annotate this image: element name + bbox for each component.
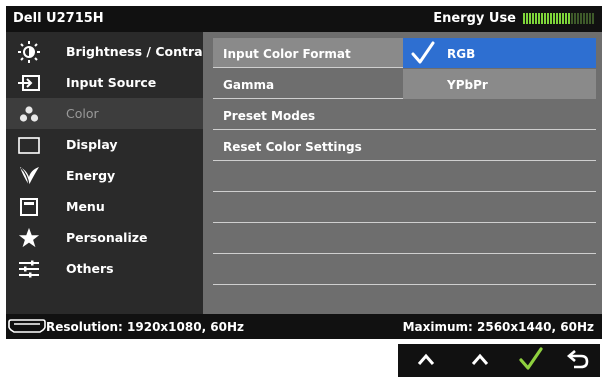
energy-meter-tick bbox=[559, 13, 561, 24]
submenu-item-input-color-format[interactable]: Input Color Format bbox=[213, 38, 403, 68]
sidebar-item-label: Brightness / Contrast bbox=[66, 44, 216, 59]
confirm-button[interactable] bbox=[509, 344, 553, 377]
energy-meter-tick bbox=[577, 13, 579, 24]
maximum-resolution-text: Maximum: 2560x1440, 60Hz bbox=[402, 320, 594, 334]
submenu-item-gamma[interactable]: Gamma bbox=[213, 69, 403, 99]
submenu-item-reset-color-settings[interactable]: Reset Color Settings bbox=[213, 131, 596, 161]
sidebar-item-display[interactable]: Display bbox=[6, 129, 203, 160]
submenu-empty-row bbox=[213, 255, 596, 285]
back-icon bbox=[566, 348, 590, 374]
color-submenu-list: Input Color Format Gamma Preset Modes Re… bbox=[213, 38, 596, 308]
energy-meter-tick bbox=[550, 13, 552, 24]
monitor-model: Dell U2715H bbox=[13, 11, 104, 26]
sidebar-item-label: Others bbox=[66, 261, 114, 276]
title-bar: Dell U2715H Energy Use bbox=[6, 6, 602, 32]
sidebar-item-others[interactable]: Others bbox=[6, 253, 203, 284]
sidebar-item-label: Menu bbox=[66, 199, 105, 214]
energy-meter-tick bbox=[574, 13, 576, 24]
sidebar-item-color[interactable]: Color bbox=[6, 98, 203, 129]
sidebar-item-menu[interactable]: Menu bbox=[6, 191, 203, 222]
energy-meter-tick bbox=[523, 13, 525, 24]
resolution-text: Resolution: 1920x1080, 60Hz bbox=[46, 320, 245, 334]
menu-icon bbox=[16, 195, 42, 219]
submenu-item-preset-modes[interactable]: Preset Modes bbox=[213, 100, 596, 130]
star-icon bbox=[16, 226, 42, 250]
back-button[interactable] bbox=[556, 344, 600, 377]
submenu-item-label: Reset Color Settings bbox=[223, 140, 362, 154]
brightness-icon bbox=[16, 40, 42, 64]
check-icon bbox=[518, 346, 544, 376]
color-submenu: Input Color Format Gamma Preset Modes Re… bbox=[203, 32, 602, 314]
submenu-item-label: Input Color Format bbox=[223, 47, 351, 61]
submenu-empty-row bbox=[213, 193, 596, 223]
energy-meter-tick bbox=[541, 13, 543, 24]
energy-meter-tick bbox=[553, 13, 555, 24]
chevron-up-icon bbox=[470, 351, 490, 370]
submenu-item-label: Gamma bbox=[223, 78, 275, 92]
energy-meter-tick bbox=[580, 13, 582, 24]
energy-meter-tick bbox=[565, 13, 567, 24]
energy-use: Energy Use bbox=[433, 11, 594, 26]
check-icon bbox=[410, 40, 436, 69]
option-label: YPbPr bbox=[447, 78, 488, 92]
submenu-item-label: Preset Modes bbox=[223, 109, 316, 123]
energy-meter-tick bbox=[535, 13, 537, 24]
sidebar-item-brightness-contrast[interactable]: Brightness / Contrast bbox=[6, 36, 216, 67]
energy-meter bbox=[523, 13, 594, 25]
option-label: RGB bbox=[447, 47, 476, 61]
up-button[interactable] bbox=[404, 344, 448, 377]
sidebar-item-label: Energy bbox=[66, 168, 116, 183]
color-icon bbox=[16, 102, 42, 126]
sidebar-item-personalize[interactable]: Personalize bbox=[6, 222, 203, 253]
display-icon bbox=[16, 133, 42, 157]
energy-meter-tick bbox=[568, 13, 570, 24]
sidebar-item-label: Display bbox=[66, 137, 118, 152]
energy-leaf-icon bbox=[16, 164, 42, 188]
sidebar-item-label: Personalize bbox=[66, 230, 148, 245]
sidebar-item-energy[interactable]: Energy bbox=[6, 160, 203, 191]
energy-meter-tick bbox=[583, 13, 585, 24]
input-source-icon bbox=[16, 71, 42, 95]
energy-meter-tick bbox=[526, 13, 528, 24]
energy-meter-tick bbox=[571, 13, 573, 24]
sidebar-item-label: Color bbox=[66, 106, 99, 121]
status-bar: Resolution: 1920x1080, 60Hz Maximum: 256… bbox=[6, 314, 602, 339]
energy-meter-tick bbox=[562, 13, 564, 24]
submenu-empty-row bbox=[213, 224, 596, 254]
energy-meter-tick bbox=[529, 13, 531, 24]
others-sliders-icon bbox=[16, 257, 42, 281]
energy-meter-tick bbox=[547, 13, 549, 24]
main-menu: Brightness / Contrast Input Source Color… bbox=[6, 32, 216, 314]
energy-meter-tick bbox=[556, 13, 558, 24]
energy-meter-tick bbox=[532, 13, 534, 24]
option-ypbpr[interactable]: YPbPr bbox=[403, 69, 596, 99]
energy-meter-tick bbox=[538, 13, 540, 24]
option-rgb[interactable]: RGB bbox=[403, 38, 596, 68]
submenu-empty-row bbox=[213, 162, 596, 192]
submenu-empty-row bbox=[213, 286, 596, 316]
sidebar-item-label: Input Source bbox=[66, 75, 157, 90]
energy-meter-tick bbox=[544, 13, 546, 24]
energy-meter-tick bbox=[586, 13, 588, 24]
button-guide-bar bbox=[398, 344, 600, 377]
sidebar-item-input-source[interactable]: Input Source bbox=[6, 67, 203, 98]
connector-icon bbox=[8, 318, 46, 334]
energy-meter-tick bbox=[592, 13, 594, 24]
osd-menu: Dell U2715H Energy Use Brightness / Cont… bbox=[6, 6, 602, 339]
energy-meter-tick bbox=[589, 13, 591, 24]
chevron-up-icon bbox=[416, 351, 436, 370]
up-button-2[interactable] bbox=[458, 344, 502, 377]
energy-label: Energy Use bbox=[433, 11, 516, 26]
